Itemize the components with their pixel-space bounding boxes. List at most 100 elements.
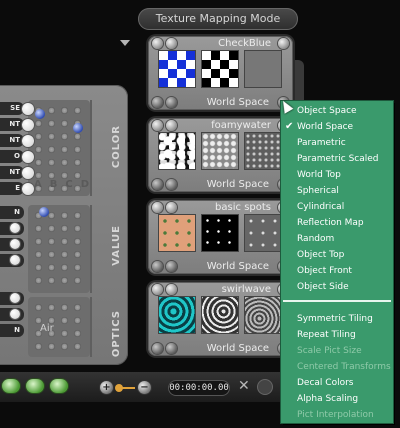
row-tab[interactable]: NT bbox=[0, 134, 24, 147]
key-icon[interactable] bbox=[115, 384, 135, 392]
menu-item-reflection-map[interactable]: Reflection Map bbox=[281, 215, 393, 231]
options-button[interactable] bbox=[258, 380, 272, 394]
knob-icon[interactable] bbox=[166, 97, 177, 108]
menu-item-cylindrical[interactable]: Cylindrical bbox=[281, 199, 393, 215]
knob-icon[interactable] bbox=[152, 97, 163, 108]
channel-node-icon[interactable] bbox=[35, 109, 45, 119]
optics-channel-grid[interactable] bbox=[28, 297, 90, 357]
texture-card[interactable]: basic spots World Space bbox=[148, 200, 293, 274]
panel-menu-triangle-icon[interactable] bbox=[120, 40, 130, 46]
knob-icon[interactable] bbox=[152, 343, 163, 354]
color-swatch[interactable] bbox=[22, 183, 34, 195]
menu-item-object-front[interactable]: Object Front bbox=[281, 263, 393, 279]
value-swatch[interactable] bbox=[10, 255, 20, 265]
texture-card[interactable]: foamywater World Space bbox=[148, 118, 293, 192]
menu-item-world-top[interactable]: World Top bbox=[281, 167, 393, 183]
texture-preview-color[interactable] bbox=[158, 296, 196, 334]
texture-name: swirlwave bbox=[221, 284, 271, 295]
knob-icon[interactable] bbox=[166, 284, 177, 295]
knob-icon[interactable] bbox=[152, 120, 163, 131]
knob-icon[interactable] bbox=[166, 120, 177, 131]
row-tab[interactable]: E bbox=[0, 182, 24, 195]
section-label-color: COLOR bbox=[111, 125, 122, 169]
menu-item-spherical[interactable]: Spherical bbox=[281, 183, 393, 199]
menu-item-random[interactable]: Random bbox=[281, 231, 393, 247]
texture-preview-alpha[interactable] bbox=[244, 214, 282, 252]
row-label: O bbox=[14, 152, 20, 160]
menu-item-object-top[interactable]: Object Top bbox=[281, 247, 393, 263]
channel-node-icon[interactable] bbox=[39, 207, 49, 217]
menu-item-label: Reflection Map bbox=[297, 218, 364, 228]
mapping-mode-label[interactable]: World Space bbox=[207, 343, 269, 354]
knob-icon[interactable] bbox=[166, 343, 177, 354]
close-icon[interactable]: ✕ bbox=[238, 378, 250, 394]
row-tab[interactable]: N bbox=[0, 324, 24, 337]
mapping-mode-label[interactable]: World Space bbox=[207, 179, 269, 190]
color-swatch[interactable] bbox=[22, 167, 34, 179]
row-tab[interactable]: SE bbox=[0, 102, 24, 115]
menu-item-object-space[interactable]: Object Space bbox=[281, 103, 393, 119]
value-channel-grid[interactable] bbox=[28, 205, 90, 293]
play-button[interactable] bbox=[50, 379, 68, 393]
color-swatch[interactable] bbox=[22, 151, 34, 163]
menu-item-symmetric-tiling[interactable]: Symmetric Tiling bbox=[281, 311, 393, 327]
color-swatch[interactable] bbox=[22, 103, 34, 115]
knob-icon[interactable] bbox=[166, 261, 177, 272]
knob-icon[interactable] bbox=[152, 179, 163, 190]
play-button[interactable] bbox=[26, 379, 44, 393]
play-button[interactable] bbox=[2, 379, 20, 393]
row-label: NT bbox=[9, 120, 20, 128]
timecode-display: 00:00:00.00 bbox=[168, 380, 230, 396]
texture-card[interactable]: CheckBlue World Space bbox=[148, 36, 293, 110]
menu-item-label: Pict Interpolation bbox=[297, 410, 374, 420]
texture-preview-value[interactable] bbox=[201, 296, 239, 334]
texture-preview-color[interactable] bbox=[158, 214, 196, 252]
mapping-mode-menu: Object Space ✔ World Space Parametric Par… bbox=[281, 101, 393, 423]
row-tab[interactable]: NT bbox=[0, 166, 24, 179]
menu-item-decal-colors[interactable]: Decal Colors bbox=[281, 375, 393, 391]
knob-icon[interactable] bbox=[152, 284, 163, 295]
optics-swatch[interactable] bbox=[10, 293, 20, 303]
texture-preview-alpha[interactable] bbox=[244, 296, 282, 334]
texture-preview-color[interactable] bbox=[158, 132, 196, 170]
row-tab[interactable]: N bbox=[0, 206, 24, 219]
menu-item-repeat-tiling[interactable]: Repeat Tiling bbox=[281, 327, 393, 343]
texture-preview-value[interactable] bbox=[201, 50, 239, 88]
menu-item-parametric[interactable]: Parametric bbox=[281, 135, 393, 151]
optics-swatch[interactable] bbox=[10, 309, 20, 319]
value-swatch[interactable] bbox=[10, 239, 20, 249]
section-label-value: VALUE bbox=[111, 225, 122, 266]
texture-preview-alpha[interactable] bbox=[244, 132, 282, 170]
menu-item-label: Centered Transforms bbox=[297, 362, 391, 372]
remove-keyframe-button[interactable]: − bbox=[138, 381, 151, 394]
knob-icon[interactable] bbox=[152, 38, 163, 49]
knob-icon[interactable] bbox=[166, 202, 177, 213]
color-swatch[interactable] bbox=[22, 135, 34, 147]
column-label: C bbox=[65, 179, 81, 190]
value-swatch[interactable] bbox=[10, 223, 20, 233]
menu-item-label: Decal Colors bbox=[297, 378, 354, 388]
knob-icon[interactable] bbox=[152, 261, 163, 272]
channel-node-icon[interactable] bbox=[73, 123, 83, 133]
texture-card[interactable]: swirlwave World Space bbox=[148, 282, 293, 356]
texture-preview-value[interactable] bbox=[201, 132, 239, 170]
texture-preview-alpha[interactable] bbox=[244, 50, 282, 88]
add-keyframe-button[interactable]: + bbox=[100, 381, 113, 394]
row-tab[interactable]: NT bbox=[0, 118, 24, 131]
texture-preview-value[interactable] bbox=[201, 214, 239, 252]
row-tab[interactable]: O bbox=[0, 150, 24, 163]
menu-item-object-side[interactable]: Object Side bbox=[281, 279, 393, 295]
menu-item-alpha-scaling[interactable]: Alpha Scaling bbox=[281, 391, 393, 407]
knob-icon[interactable] bbox=[152, 202, 163, 213]
mapping-mode-label[interactable]: World Space bbox=[207, 97, 269, 108]
color-swatch[interactable] bbox=[22, 119, 34, 131]
knob-icon[interactable] bbox=[166, 179, 177, 190]
texture-preview-color[interactable] bbox=[158, 50, 196, 88]
texture-name: CheckBlue bbox=[218, 38, 271, 49]
knob-icon[interactable] bbox=[166, 38, 177, 49]
mapping-mode-label[interactable]: World Space bbox=[207, 261, 269, 272]
knob-icon[interactable] bbox=[278, 38, 289, 49]
menu-item-parametric-scaled[interactable]: Parametric Scaled bbox=[281, 151, 393, 167]
menu-item-world-space[interactable]: ✔ World Space bbox=[281, 119, 393, 135]
menu-separator bbox=[283, 300, 391, 302]
